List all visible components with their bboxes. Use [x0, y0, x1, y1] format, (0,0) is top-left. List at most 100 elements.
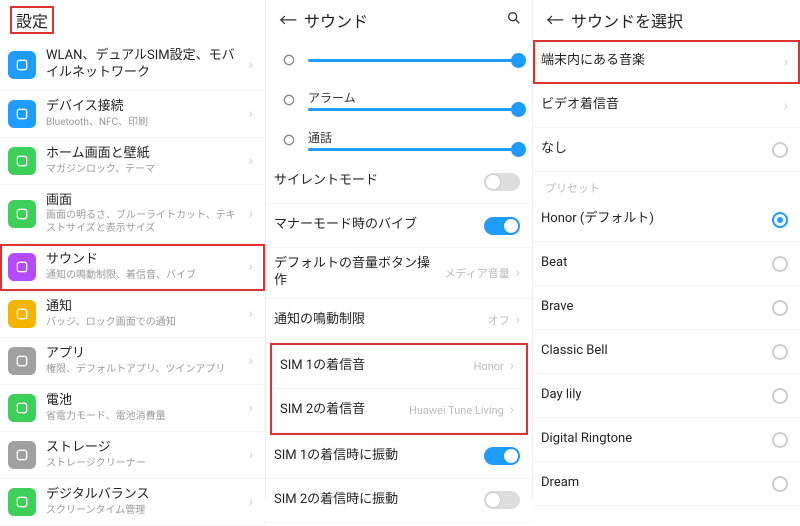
settings-item-7[interactable]: 電池省電力モード、電池消費量›: [0, 385, 265, 432]
slider-knob[interactable]: [511, 102, 526, 117]
row-value: Huawei Tune Living: [409, 404, 504, 417]
settings-item-8[interactable]: ストレージストレージクリーナー›: [0, 432, 265, 479]
item-text: デジタルバランススクリーンタイム管理: [46, 487, 243, 517]
settings-item-6[interactable]: アプリ権限、デフォルトアプリ、ツインアプリ›: [0, 338, 265, 385]
toggle[interactable]: [484, 491, 520, 509]
ringtone-source-list: 端末内にある音楽›ビデオ着信音› なし: [533, 40, 800, 172]
row-label: なし: [541, 141, 772, 158]
item-label: サウンド: [46, 252, 243, 269]
chevron-right-icon: ›: [249, 259, 253, 275]
volume-slider-1[interactable]: アラーム: [266, 80, 532, 120]
chevron-right-icon: ›: [249, 106, 253, 122]
chevron-right-icon: ›: [249, 153, 253, 169]
row-label: SIM 1の着信音: [280, 358, 468, 375]
radio[interactable]: [772, 388, 788, 404]
item-label: アプリ: [46, 346, 243, 363]
preset-1[interactable]: Beat: [533, 242, 800, 286]
sound-row-0[interactable]: サイレントモード: [266, 160, 532, 204]
chevron-right-icon: ›: [249, 494, 253, 510]
ringtone-source-0[interactable]: 端末内にある音楽›: [533, 40, 800, 84]
settings-item-5[interactable]: 通知バッジ、ロック画面での通知›: [0, 291, 265, 338]
row-label: SIM 1の着信時に振動: [274, 448, 484, 465]
radio[interactable]: [772, 300, 788, 316]
radio[interactable]: [772, 344, 788, 360]
sound-row-2[interactable]: デフォルトの音量ボタン操作メディア音量›: [266, 248, 532, 299]
chevron-right-icon: ›: [784, 54, 788, 70]
sound-row-4[interactable]: SIM 1の着信音Honor›: [272, 345, 526, 389]
radio[interactable]: [772, 432, 788, 448]
settings-item-9[interactable]: デジタルバランススクリーンタイム管理 ›: [0, 479, 265, 526]
settings-item-4[interactable]: サウンド通知の鳴動制限、着信音、バイブ›: [0, 244, 265, 291]
slider-label: アラーム: [308, 89, 518, 106]
radio[interactable]: [772, 142, 788, 158]
devices-icon: [8, 100, 36, 128]
radio[interactable]: [772, 212, 788, 228]
row-label: サイレントモード: [274, 173, 484, 190]
preset-label: Brave: [541, 299, 772, 316]
ringtone-source-1[interactable]: ビデオ着信音›: [533, 84, 800, 128]
ringtone-source-2[interactable]: なし: [533, 128, 800, 172]
toggle[interactable]: [484, 447, 520, 465]
item-text: ホーム画面と壁紙マガジンロック、テーマ: [46, 146, 243, 176]
item-label: WLAN、デュアルSIM設定、モバイルネットワーク: [46, 48, 243, 82]
battery-icon: [8, 394, 36, 422]
item-label: 電池: [46, 393, 243, 410]
item-label: デバイス接続: [46, 99, 243, 116]
alarm-icon: [276, 86, 302, 114]
slider-knob[interactable]: [511, 53, 526, 68]
settings-item-2[interactable]: ホーム画面と壁紙マガジンロック、テーマ ›: [0, 138, 265, 185]
slider-knob[interactable]: [511, 142, 526, 157]
page-title: サウンドを選択: [571, 8, 683, 32]
back-button[interactable]: ←: [276, 7, 300, 33]
preset-2[interactable]: Brave: [533, 286, 800, 330]
radio[interactable]: [772, 256, 788, 272]
preset-4[interactable]: Day lily: [533, 374, 800, 418]
sim-ringtone-group: SIM 1の着信音Honor›SIM 2の着信音Huawei Tune Livi…: [270, 343, 528, 435]
preset-6[interactable]: Dream: [533, 462, 800, 506]
settings-list: WLAN、デュアルSIM設定、モバイルネットワーク›デバイス接続Bluetoot…: [0, 40, 265, 526]
volume-slider-2[interactable]: 通話: [266, 120, 532, 160]
toggle[interactable]: [484, 173, 520, 191]
preset-label: Honor (デフォルト): [541, 211, 772, 228]
slider-track[interactable]: [308, 148, 518, 151]
chevron-right-icon: ›: [516, 265, 520, 281]
slider-label: 通話: [308, 129, 518, 146]
row-value: Honor: [474, 360, 504, 373]
item-label: デジタルバランス: [46, 487, 243, 504]
sound-row-6[interactable]: SIM 1の着信時に振動: [266, 435, 532, 479]
radio[interactable]: [772, 476, 788, 492]
back-button[interactable]: ←: [543, 7, 567, 33]
volume-slider-0[interactable]: [266, 40, 532, 80]
settings-item-3[interactable]: 画面画面の明るさ、ブルーライトカット、テキストサイズと表示サイズ›: [0, 185, 265, 245]
row-value: オフ: [488, 312, 510, 328]
display-icon: [8, 200, 36, 228]
preset-5[interactable]: Digital Ringtone: [533, 418, 800, 462]
preset-0[interactable]: Honor (デフォルト): [533, 198, 800, 242]
section-header: プリセット: [533, 172, 800, 198]
settings-item-0[interactable]: WLAN、デュアルSIM設定、モバイルネットワーク›: [0, 40, 265, 91]
sound-row-5[interactable]: SIM 2の着信音Huawei Tune Living›: [272, 389, 526, 433]
sound-settings-panel: ← サウンド アラーム通話 サイレントモードマナーモード時のバイブデフォルトの音…: [266, 0, 533, 500]
row-label: SIM 2の着信時に振動: [274, 492, 484, 509]
toggle[interactable]: [484, 217, 520, 235]
item-sub: ストレージクリーナー: [46, 457, 243, 470]
item-sub: 画面の明るさ、ブルーライトカット、テキストサイズと表示サイズ: [46, 209, 243, 235]
chevron-right-icon: ›: [249, 206, 253, 222]
preset-3[interactable]: Classic Bell: [533, 330, 800, 374]
item-text: アプリ権限、デフォルトアプリ、ツインアプリ: [46, 346, 243, 376]
slider-track[interactable]: [308, 108, 518, 111]
home-icon: [8, 147, 36, 175]
sound-row-1[interactable]: マナーモード時のバイブ: [266, 204, 532, 248]
preset-label: Classic Bell: [541, 343, 772, 360]
settings-item-1[interactable]: デバイス接続Bluetooth、NFC、印刷 ›: [0, 91, 265, 138]
slider-track[interactable]: [308, 59, 518, 62]
sound-row-3[interactable]: 通知の鳴動制限オフ›: [266, 299, 532, 343]
item-sub: Bluetooth、NFC、印刷: [46, 116, 243, 129]
row-value: メディア音量: [445, 265, 510, 281]
chevron-right-icon: ›: [510, 402, 514, 418]
sound-row-7[interactable]: SIM 2の着信時に振動: [266, 479, 532, 523]
search-icon[interactable]: [506, 10, 522, 30]
item-sub: スクリーンタイム管理: [46, 504, 243, 517]
wifi-icon: [8, 51, 36, 79]
ringtone-select-panel: ← サウンドを選択 端末内にある音楽›ビデオ着信音› なし プリセット Honor…: [533, 0, 800, 500]
